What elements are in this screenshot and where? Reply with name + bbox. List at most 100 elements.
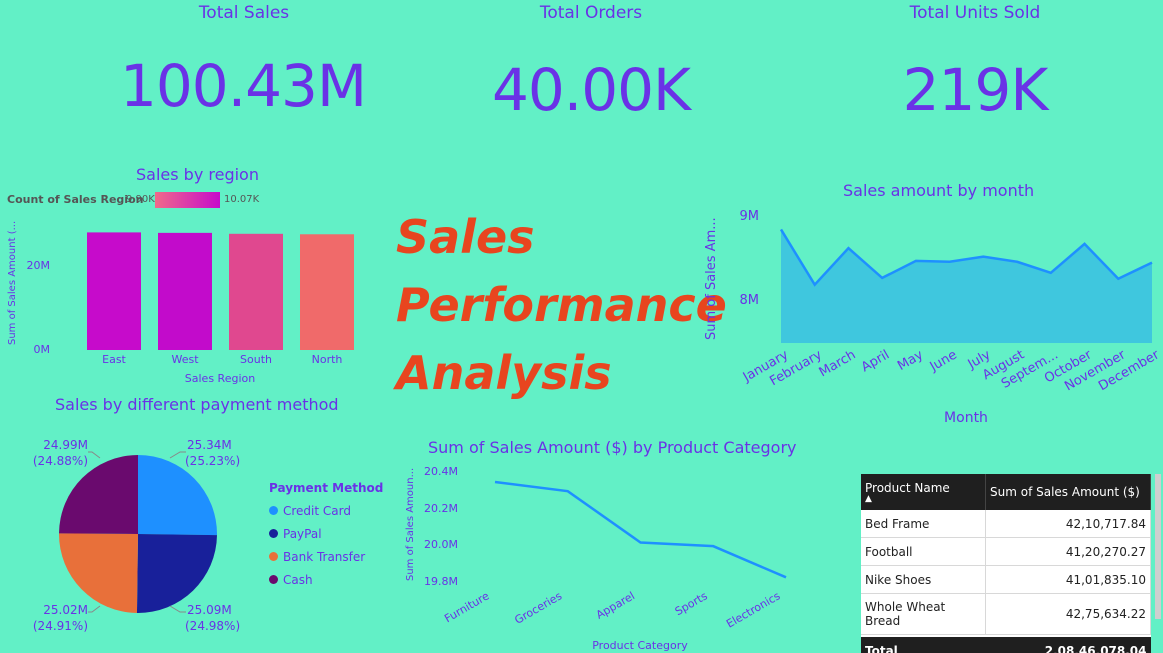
kpi-value-total-sales: 100.43M: [120, 52, 367, 120]
pie-label-percent: (25.23%): [185, 454, 240, 468]
pie-label-value: 25.02M: [43, 603, 88, 617]
dashboard-title-line-2: Performance: [396, 278, 727, 332]
region-y-tick-0: 0M: [34, 343, 51, 356]
bar-west[interactable]: [158, 232, 212, 350]
month-x-tick-label: April: [859, 347, 892, 375]
pie-label-percent: (24.98%): [185, 619, 240, 633]
payment-legend: Payment Method Credit Card PayPal Bank T…: [269, 481, 383, 591]
pie-slice-paypal[interactable]: [136, 534, 217, 613]
pie-label-value: 24.99M: [43, 438, 88, 452]
legend-item-paypal[interactable]: PayPal: [269, 522, 383, 545]
legend-item-credit-card[interactable]: Credit Card: [269, 499, 383, 522]
month-y-tick-1: 9M: [740, 209, 760, 224]
month-area-chart: Sum of Sales Am... 8M 9M JanuaryFebruary…: [704, 209, 1163, 426]
month-x-tick-label: May: [895, 347, 926, 374]
region-y-axis-label: Sum of Sales Amount (...: [7, 221, 18, 345]
region-legend-min: 9.90K: [126, 194, 155, 205]
month-area-fill: [781, 229, 1152, 343]
month-chart-title: Sales amount by month: [843, 181, 1035, 200]
cell-product-name: Bed Frame: [861, 510, 986, 538]
kpi-title-total-sales: Total Sales: [198, 3, 290, 23]
category-x-tick-label: Sports: [673, 589, 710, 618]
category-x-tick-label: Electronics: [724, 589, 783, 630]
table-row[interactable]: Bed Frame 42,10,717.84: [861, 510, 1151, 538]
region-legend-gradient: [155, 192, 220, 208]
table-row[interactable]: Football 41,20,270.27: [861, 537, 1151, 566]
region-x-tick-label: West: [171, 353, 199, 366]
table-scrollbar[interactable]: [1155, 474, 1161, 619]
column-header-sales-amount[interactable]: Sum of Sales Amount ($): [985, 474, 1151, 510]
legend-label: Bank Transfer: [283, 549, 366, 564]
month-x-tick-label: March: [817, 347, 859, 380]
cell-product-name: Football: [861, 537, 986, 566]
dashboard-title-line-1: Sales: [396, 210, 535, 264]
legend-label: Credit Card: [283, 503, 351, 518]
region-x-axis-label: Sales Region: [185, 372, 255, 385]
kpi-title-total-units: Total Units Sold: [909, 3, 1041, 23]
category-y-axis-label: Sum of Sales Amoun...: [405, 468, 416, 581]
cell-product-name: Whole Wheat Bread: [861, 593, 986, 635]
pie-leader-line: [169, 451, 186, 459]
cell-total-value: 2,08,46,078.04: [985, 637, 1151, 653]
cell-sales-amount: 41,01,835.10: [985, 565, 1151, 594]
kpi-value-total-units: 219K: [902, 56, 1049, 124]
month-x-axis-label: Month: [944, 410, 988, 426]
cell-sales-amount: 41,20,270.27: [985, 537, 1151, 566]
category-x-tick-label: Apparel: [594, 589, 637, 621]
legend-item-bank-transfer[interactable]: Bank Transfer: [269, 545, 383, 568]
cell-total-label: Total: [861, 637, 986, 653]
column-header-product-name[interactable]: Product Name ▲: [861, 474, 986, 510]
region-legend-max: 10.07K: [224, 194, 260, 205]
category-y-tick-1: 20.0M: [424, 538, 458, 551]
table-row[interactable]: Nike Shoes 41,01,835.10: [861, 565, 1151, 594]
kpi-value-total-orders: 40.00K: [491, 56, 691, 124]
category-y-tick-3: 20.4M: [424, 465, 458, 478]
category-series-line: [494, 480, 787, 579]
pie-label-percent: (24.88%): [33, 454, 88, 468]
category-chart-title: Sum of Sales Amount ($) by Product Categ…: [428, 438, 797, 457]
pie-leader-line: [88, 451, 101, 459]
legend-dot: [269, 529, 278, 538]
legend-label: Cash: [283, 572, 313, 587]
category-x-tick-label: Furniture: [442, 589, 491, 625]
pie-leader-line: [88, 605, 101, 613]
category-x-tick-label: Groceries: [512, 589, 564, 627]
pie-label-percent: (24.91%): [33, 619, 88, 633]
column-header-label: Product Name: [865, 481, 950, 495]
legend-item-cash[interactable]: Cash: [269, 568, 383, 591]
pie-leader-line: [169, 605, 186, 613]
category-line-chart: Sum of Sales Amoun... 19.8M 20.0M 20.2M …: [405, 465, 787, 652]
bar-east[interactable]: [87, 232, 141, 350]
region-x-tick-label: North: [312, 353, 343, 366]
legend-dot: [269, 552, 278, 561]
month-x-tick-label: June: [927, 347, 960, 375]
region-y-tick-1: 20M: [27, 259, 51, 272]
legend-dot: [269, 506, 278, 515]
category-x-axis-label: Product Category: [592, 639, 688, 652]
pie-slice-bank-transfer[interactable]: [59, 533, 138, 613]
payment-chart-title: Sales by different payment method: [55, 395, 339, 414]
dashboard-title: Sales Performance Analysis: [396, 203, 727, 407]
payment-pie-chart: 25.34M (25.23%) 25.09M (24.98%) 25.02M (…: [33, 438, 240, 633]
table-row[interactable]: Whole Wheat Bread 42,75,634.22: [861, 593, 1151, 635]
legend-dot: [269, 575, 278, 584]
pie-label-value: 25.09M: [187, 603, 232, 617]
region-legend-label: Count of Sales Region: [7, 193, 144, 206]
cell-sales-amount: 42,10,717.84: [985, 510, 1151, 538]
region-x-tick-label: South: [240, 353, 272, 366]
pie-label-value: 25.34M: [187, 438, 232, 452]
region-chart-title: Sales by region: [136, 165, 259, 184]
sort-ascending-icon: ▲: [865, 494, 872, 504]
table-total-row: Total 2,08,46,078.04: [861, 637, 1151, 653]
cell-sales-amount: 42,75,634.22: [985, 593, 1151, 635]
category-y-tick-0: 19.8M: [424, 575, 458, 588]
category-y-tick-2: 20.2M: [424, 502, 458, 515]
bar-south[interactable]: [229, 233, 283, 350]
bar-north[interactable]: [300, 234, 354, 350]
product-table: Product Name ▲ Sum of Sales Amount ($) B…: [861, 474, 1151, 653]
kpi-title-total-orders: Total Orders: [539, 3, 643, 23]
cell-product-name: Nike Shoes: [861, 565, 986, 594]
month-y-tick-0: 8M: [740, 293, 760, 308]
month-y-axis-label: Sum of Sales Am...: [704, 217, 719, 340]
legend-label: PayPal: [283, 526, 322, 541]
